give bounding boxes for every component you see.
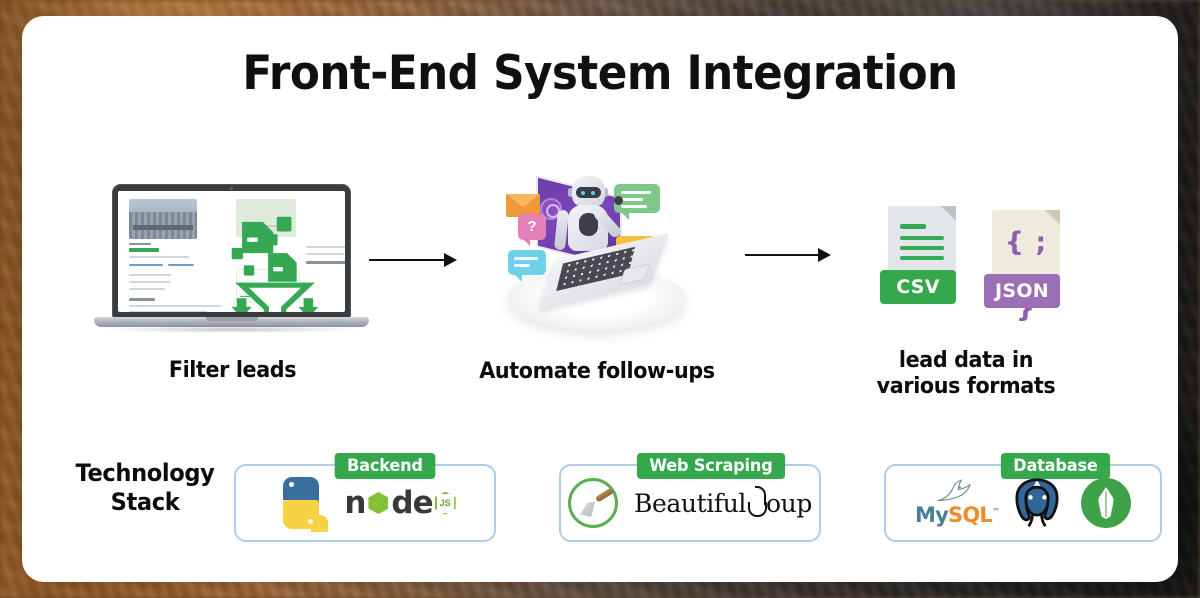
arrow-head: [818, 248, 831, 262]
ladle-icon: [746, 485, 767, 518]
json-document: { ; }: [992, 210, 1060, 324]
arrow-shaft: [745, 254, 820, 256]
listing-photo: [129, 199, 197, 239]
scraper-blade: [577, 499, 601, 521]
laptop-notch: [205, 317, 258, 321]
tech-title-line1: Technology: [75, 459, 215, 487]
listing-text-line: [129, 288, 165, 290]
mongodb-leaf: [1098, 487, 1114, 519]
listing-text-line: [129, 305, 221, 307]
scraper-tool-icon: [568, 478, 619, 528]
bubble-line: [621, 191, 651, 194]
node-wordmark-de: de: [391, 485, 433, 521]
bubble-line: [621, 198, 643, 201]
question-bubble-icon: ?: [518, 214, 546, 246]
mysql-my: My: [915, 503, 949, 527]
technology-stack-title: Technology Stack: [56, 459, 235, 518]
robot-head: [572, 176, 605, 207]
tech-logos-web-scraping: Beautiful oup: [561, 466, 819, 540]
csv-line: [900, 246, 944, 250]
filter-funnel-icon: [223, 215, 327, 312]
tech-card-backend[interactable]: Backend n de JS: [234, 453, 496, 542]
json-braces-glyph: { ; }: [1004, 227, 1048, 324]
arrow-right-icon: [369, 251, 457, 269]
mysql-wordmark: MySQL™: [915, 503, 1000, 527]
robot-eye: [591, 190, 595, 195]
bubble-line: [621, 205, 647, 208]
tech-logos-database: MySQL™: [886, 466, 1160, 540]
arrow-shaft: [369, 259, 446, 261]
stage-label-line1: lead data in: [898, 348, 1034, 373]
listing-link: [129, 264, 163, 266]
output-formats-illustration: CSV { ; } JSON: [880, 206, 1070, 324]
listing-text-line: [129, 274, 171, 276]
content-card: Front-End System Integration Filter lead…: [22, 16, 1178, 582]
listing-text-line: [129, 281, 171, 283]
nodejs-logo-icon: n de JS: [344, 485, 456, 521]
listing-link: [168, 264, 194, 266]
mysql-sql: SQL: [948, 503, 993, 527]
python-bottom-stem: [311, 515, 329, 532]
robot-hand: [614, 196, 623, 205]
listing-text-line: [129, 256, 189, 258]
tech-logos-backend: n de JS: [236, 466, 494, 540]
page-title: Front-End System Integration: [242, 46, 958, 101]
listing-section-title: [129, 298, 155, 301]
python-logo-icon: [274, 476, 329, 532]
python-bottom: [283, 500, 329, 532]
bubble-line: [514, 264, 530, 267]
scraper-handle: [594, 487, 615, 503]
tech-card-database[interactable]: Database MySQL™: [884, 453, 1162, 542]
listing-text-line: [129, 311, 207, 312]
laptop-lid: [112, 184, 351, 318]
laptop-camera-icon: [230, 187, 233, 190]
node-hexagon: [368, 492, 389, 514]
csv-line: [900, 224, 926, 229]
laptop-shadow: [104, 326, 359, 333]
tech-card-web-scraping[interactable]: Web Scraping Beautiful oup: [559, 453, 821, 542]
arrow-right-icon: [745, 246, 831, 264]
listing-text-line: [129, 243, 151, 245]
beautifulsoup-logo-icon: Beautiful oup: [634, 485, 812, 518]
node-wordmark-n: n: [344, 485, 366, 521]
mysql-logo-icon: MySQL™: [915, 478, 1000, 528]
bs-word-oup: oup: [766, 488, 812, 518]
tech-title-line2: Stack: [110, 488, 180, 517]
arrow-head: [444, 253, 457, 267]
automate-follow-ups-illustration: ?: [500, 175, 700, 341]
question-mark: ?: [527, 218, 537, 235]
bs-word-beautiful: Beautiful: [634, 488, 746, 518]
mysql-dolphin-icon: [937, 479, 971, 502]
filter-leads-illustration: [94, 184, 369, 339]
csv-label: CSV: [880, 270, 956, 304]
node-js-badge: JS: [434, 491, 456, 515]
csv-page-fold: [941, 206, 956, 221]
stage-label-lead-data-formats: lead data in various formats: [849, 348, 1082, 400]
trademark-symbol: ™: [991, 507, 1000, 516]
json-label: JSON: [984, 274, 1060, 308]
csv-document: [888, 206, 956, 278]
csv-file-icon: CSV: [880, 206, 956, 304]
mongodb-leaf-icon: [1081, 478, 1131, 528]
stage-label-filter-leads: Filter leads: [168, 358, 297, 383]
stage-label-automate-follow-ups: Automate follow-ups: [479, 359, 715, 384]
listing-price: [129, 248, 159, 252]
chat-bubble-cyan-icon: [508, 250, 546, 282]
robot-eye: [581, 190, 585, 195]
csv-line: [900, 256, 944, 260]
bubble-line: [514, 257, 538, 260]
laptop-screen: [118, 191, 345, 312]
robot-visor: [576, 187, 601, 198]
csv-line: [900, 236, 944, 240]
postgresql-elephant-icon: [1015, 478, 1059, 528]
stage-label-line2: various formats: [876, 373, 1056, 399]
json-file-icon: { ; } JSON: [984, 210, 1060, 324]
